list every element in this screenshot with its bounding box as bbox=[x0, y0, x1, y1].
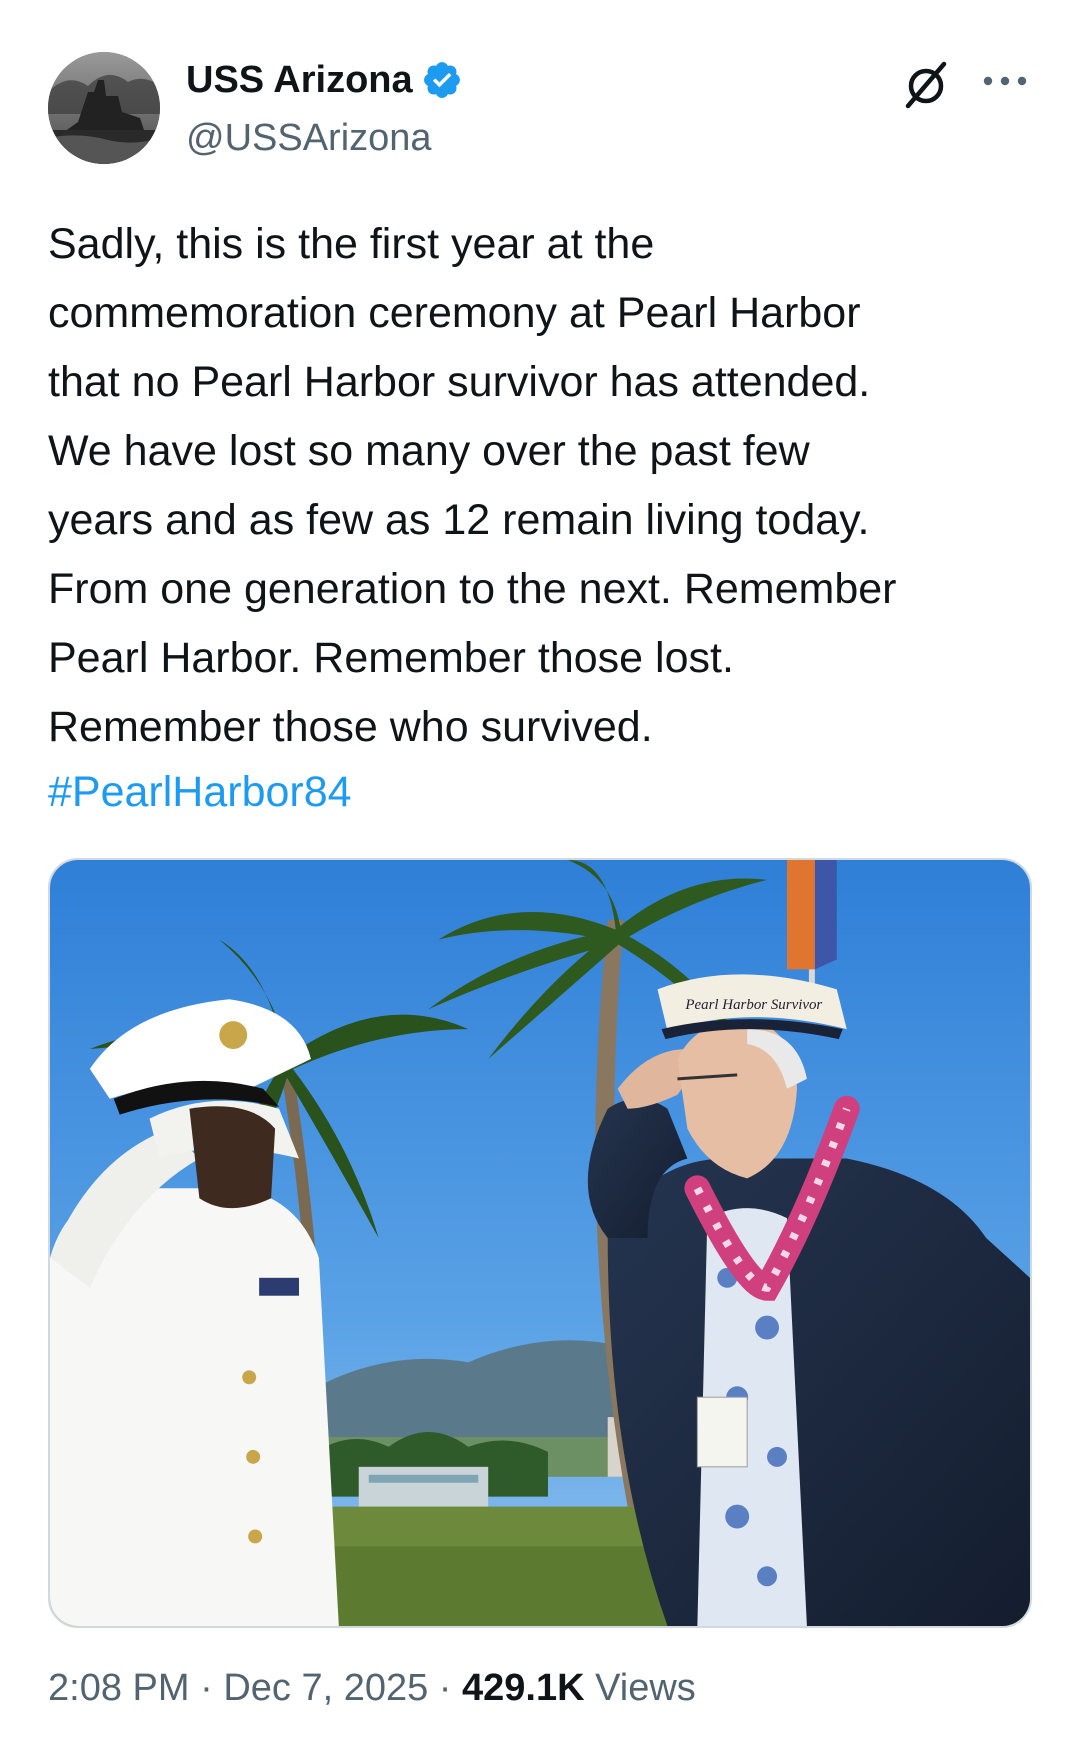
tweet-text: Sadly, this is the first year at the com… bbox=[48, 220, 897, 751]
avatar[interactable] bbox=[48, 52, 160, 164]
verified-badge-icon bbox=[423, 62, 460, 98]
display-name[interactable]: USS Arizona bbox=[186, 56, 413, 104]
hashtag-link[interactable]: #PearlHarbor84 bbox=[48, 758, 352, 827]
meta-separator: · bbox=[200, 1667, 213, 1709]
grok-slash-icon[interactable] bbox=[898, 58, 954, 114]
more-horizontal-icon[interactable] bbox=[980, 66, 1030, 96]
tweet-meta: 2:08 PM · Dec 7, 2025 · 429.1K Views bbox=[48, 1664, 696, 1712]
author-handle[interactable]: @USSArizona bbox=[186, 114, 432, 162]
veteran-cap-text: Pearl Harbor Survivor bbox=[684, 997, 822, 1013]
tweet-time[interactable]: 2:08 PM bbox=[48, 1667, 190, 1709]
battleship-photo-avatar-icon bbox=[48, 52, 160, 164]
views-label: Views bbox=[595, 1667, 696, 1709]
tweet-date[interactable]: Dec 7, 2025 bbox=[223, 1667, 428, 1709]
tweet-media-photo[interactable]: Pearl Harbor Survivor bbox=[48, 858, 1032, 1628]
sailor-and-veteran-saluting-photo: Pearl Harbor Survivor bbox=[50, 860, 1030, 1626]
author-name-row[interactable]: USS Arizona bbox=[186, 56, 463, 104]
views-count[interactable]: 429.1K bbox=[462, 1667, 585, 1709]
meta-separator: · bbox=[438, 1667, 452, 1709]
